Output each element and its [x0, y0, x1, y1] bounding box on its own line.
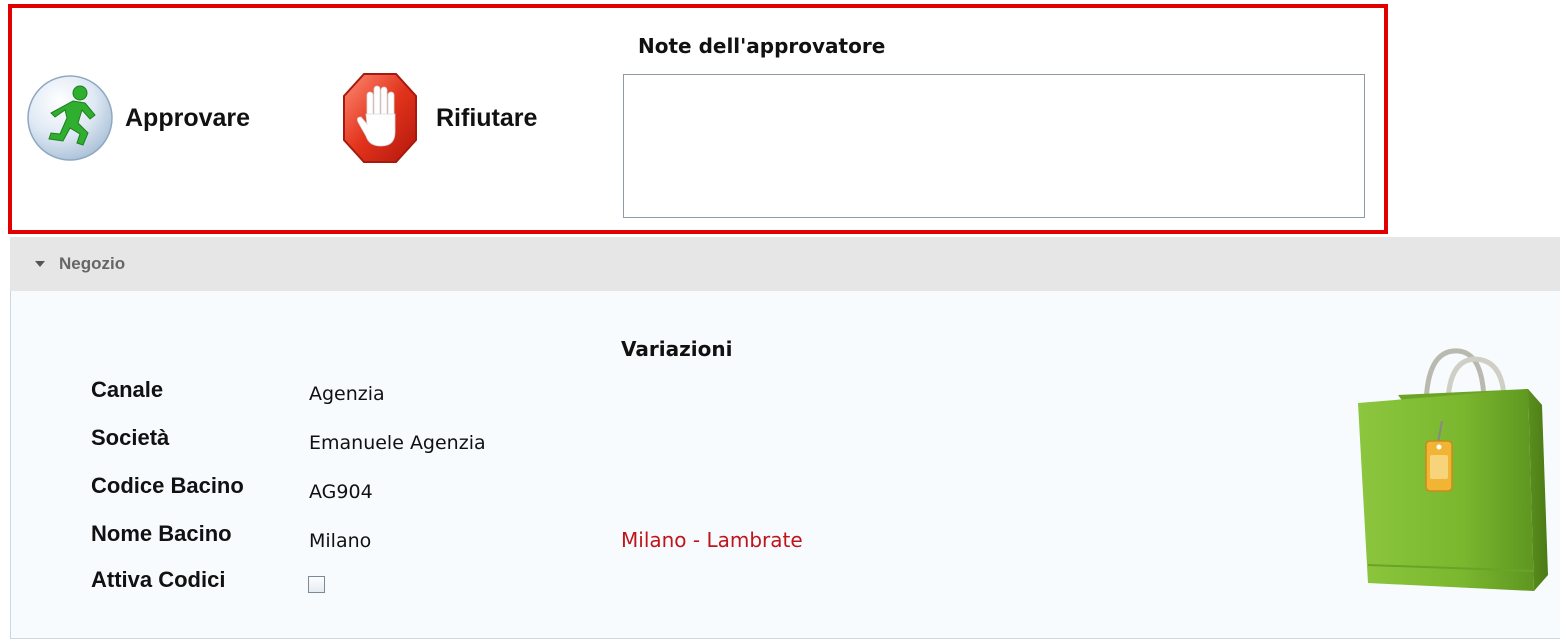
field-value-nome-bacino: Milano	[309, 530, 372, 552]
approver-notes-label: Note dell'approvatore	[638, 34, 886, 58]
approver-notes-field[interactable]	[623, 74, 1365, 218]
stop-hand-icon	[343, 73, 417, 163]
field-label-canale: Canale	[91, 377, 164, 402]
reject-label: Rifiutare	[436, 103, 538, 132]
section-body-negozio: Variazioni Canale Agenzia Società Emanue…	[10, 291, 1560, 639]
shopping-bag-icon	[1358, 348, 1548, 591]
field-label-codice-bacino: Codice Bacino	[91, 473, 244, 498]
attiva-codici-checkbox[interactable]	[308, 576, 325, 593]
approve-label: Approvare	[125, 103, 251, 132]
section-header-negozio[interactable]: Negozio	[10, 237, 1560, 291]
field-label-nome-bacino: Nome Bacino	[91, 521, 232, 546]
field-value-canale: Agenzia	[309, 383, 385, 405]
field-label-societa: Società	[91, 425, 170, 450]
approve-button[interactable]: Approvare	[25, 70, 250, 166]
approval-panel: Approvare Rifiutare Note dell'approvator…	[8, 4, 1388, 234]
section-title: Negozio	[59, 254, 126, 273]
running-man-icon	[27, 75, 113, 161]
variations-title: Variazioni	[621, 337, 733, 361]
field-label-attiva-codici: Attiva Codici	[91, 567, 226, 592]
field-value-codice-bacino: AG904	[309, 481, 373, 503]
field-change-nome-bacino: Milano - Lambrate	[621, 528, 803, 552]
chevron-down-icon	[35, 261, 45, 267]
field-value-societa: Emanuele Agenzia	[309, 432, 486, 454]
reject-button[interactable]: Rifiutare	[340, 70, 537, 166]
